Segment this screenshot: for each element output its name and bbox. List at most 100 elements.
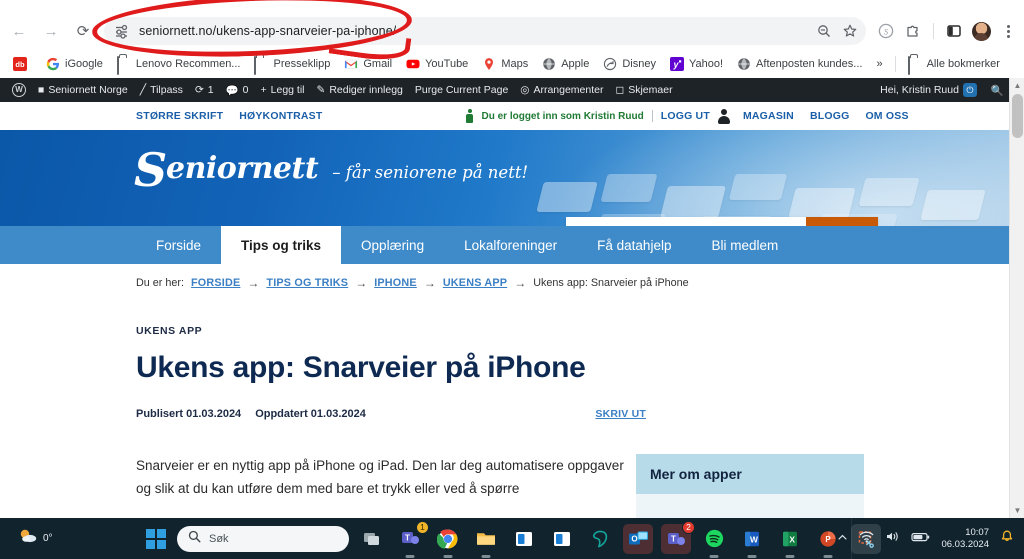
all-bookmarks-button[interactable]: Alle bokmerker (901, 54, 1007, 74)
back-arrow-icon[interactable]: ← (6, 18, 32, 44)
address-bar[interactable]: seniornett.no/ukens-app-snarveier-pa-iph… (104, 17, 866, 45)
nav-tab-forside[interactable]: Forside (136, 226, 221, 264)
windows-start-icon[interactable] (143, 526, 169, 552)
bookmark-disney[interactable]: Disney (596, 54, 663, 74)
adminbar-item-skjemaer[interactable]: ◻ Skjemaer (610, 78, 679, 102)
google-icon (46, 57, 60, 71)
scrollbar-up-arrow[interactable]: ▲ (1010, 78, 1024, 93)
util-link-storre-skrift[interactable]: STØRRE SKRIFT (136, 110, 223, 122)
nav-tab-tips-og-triks[interactable]: Tips og triks (221, 226, 341, 264)
breadcrumb-arrow: → (355, 276, 367, 290)
profile-avatar[interactable] (969, 19, 993, 43)
adminbar-item-comments[interactable]: 💬 0 (220, 78, 255, 102)
article-body-wrap: Snarveier er en nyttig app på iPhone og … (136, 454, 1024, 519)
page-scrollbar[interactable]: ▲ ▼ (1009, 78, 1024, 518)
taskbar-search[interactable]: Søk (177, 526, 349, 552)
star-icon[interactable] (838, 19, 862, 43)
taskbar-app-teams-work[interactable]: T 2 (661, 524, 691, 554)
print-link[interactable]: SKRIV UT (595, 408, 646, 420)
power-icon[interactable]: ⏻ (963, 83, 977, 97)
adminbar-item-legg-til[interactable]: + Legg til (255, 78, 311, 102)
adminbar-item-seniornett-norge[interactable]: ■ Seniornett Norge (32, 78, 134, 102)
taskbar-app-spotify[interactable] (699, 524, 729, 554)
bookmarks-overflow-button[interactable]: » (869, 55, 889, 73)
adminbar-greeting[interactable]: Hei, Kristin Ruud (880, 84, 959, 96)
bell-icon[interactable] (1000, 529, 1014, 548)
bookmark-db[interactable]: db (6, 54, 39, 74)
site-search-input[interactable] (566, 217, 806, 226)
battery-icon[interactable] (911, 530, 930, 548)
taskbar-app-word[interactable]: W (737, 524, 767, 554)
gmail-icon (344, 57, 358, 71)
nav-tab-lokalforeninger[interactable]: Lokalforeninger (444, 226, 577, 264)
bookmark-youtube[interactable]: YouTube (399, 54, 475, 74)
site-search-button[interactable]: Søk (806, 217, 878, 226)
util-link-blogg[interactable]: BLOGG (810, 110, 850, 122)
person-icon[interactable] (718, 109, 731, 124)
adminbar-item-purge-current-page[interactable]: Purge Current Page (409, 78, 514, 102)
tune-icon[interactable] (114, 23, 130, 39)
yahoo-icon: y (670, 57, 684, 71)
bookmark-yahoo[interactable]: y Yahoo! (663, 54, 730, 74)
taskbar-app-chrome[interactable] (433, 524, 463, 554)
taskbar-clock[interactable]: 10:07 06.03.2024 (941, 527, 989, 551)
nav-tab-bli-medlem[interactable]: Bli medlem (691, 226, 798, 264)
taskbar-app-windows-app-1[interactable] (509, 524, 539, 554)
taskbar-app-evernote[interactable] (585, 524, 615, 554)
clock-time: 10:07 (941, 527, 989, 539)
bookmark-maps[interactable]: Maps (475, 54, 535, 74)
nav-tab-fa-datahjelp[interactable]: Få datahjelp (577, 226, 691, 264)
breadcrumb-current: Ukens app: Snarveier på iPhone (533, 277, 688, 289)
adminbar-item-updates[interactable]: ⟳ 1 (189, 78, 220, 102)
breadcrumb-link-forside[interactable]: FORSIDE (191, 277, 240, 289)
wordpress-icon[interactable] (6, 78, 32, 102)
side-panel-icon[interactable] (942, 19, 966, 43)
scrollbar-thumb[interactable] (1012, 94, 1023, 138)
zoom-out-icon[interactable] (812, 19, 836, 43)
skype-extension-icon[interactable]: S (874, 19, 898, 43)
taskbar-app-excel[interactable]: X (775, 524, 805, 554)
adminbar-item-arrangementer[interactable]: ◎ Arrangementer (514, 78, 609, 102)
site-logo[interactable]: eniornett S – får seniorene på nett! (136, 154, 528, 184)
bookmark-lenovo-recommen[interactable]: Lenovo Recommen... (110, 54, 248, 74)
taskbar-app-windows-app-2[interactable] (547, 524, 577, 554)
breadcrumb: Du er her: FORSIDE → TIPS OG TRIKS → IPH… (0, 264, 1024, 300)
taskbar-weather[interactable]: 0° (18, 528, 53, 549)
breadcrumb-link-tips-og-triks[interactable]: TIPS OG TRIKS (266, 277, 348, 289)
forward-arrow-icon[interactable]: → (38, 18, 64, 44)
chevron-up-icon[interactable] (837, 530, 848, 548)
bookmark-label: Lenovo Recommen... (136, 58, 241, 70)
logout-link[interactable]: LOGG UT (661, 110, 710, 122)
green-person-icon (466, 109, 473, 123)
taskbar-app-task-view[interactable] (357, 524, 387, 554)
site-utility-bar: STØRRE SKRIFT HØYKONTRAST Du er logget i… (0, 102, 1024, 130)
search-icon[interactable]: 🔍 (991, 84, 1004, 97)
breadcrumb-link-iphone[interactable]: IPHONE (374, 277, 417, 289)
util-link-om-oss[interactable]: OM OSS (865, 110, 908, 122)
nav-tab-opplaering[interactable]: Opplæring (341, 226, 444, 264)
reload-icon[interactable]: ⟳ (70, 18, 96, 44)
disney-icon (603, 57, 617, 71)
bookmark-igoogle[interactable]: iGoogle (39, 54, 110, 74)
wifi-icon[interactable] (859, 530, 874, 548)
scrollbar-down-arrow[interactable]: ▼ (1010, 503, 1024, 518)
adminbar-item-tilpass[interactable]: ╱ Tilpass (134, 78, 189, 102)
adminbar-item-rediger-innlegg[interactable]: ✎ Rediger innlegg (311, 78, 409, 102)
bookmark-aftenposten-kundes[interactable]: Aftenposten kundes... (730, 54, 869, 74)
bookmark-presseklipp[interactable]: Presseklipp (247, 54, 337, 74)
util-link-hoykontrast[interactable]: HØYKONTRAST (239, 110, 322, 122)
breadcrumb-link-ukens-app[interactable]: UKENS APP (443, 277, 507, 289)
util-link-magasin[interactable]: MAGASIN (743, 110, 794, 122)
puzzle-piece-icon[interactable] (901, 19, 925, 43)
volume-icon[interactable] (885, 530, 900, 548)
site-tagline: – får seniorene på nett! (332, 163, 528, 182)
three-dot-menu-icon[interactable] (996, 19, 1020, 43)
address-bar-url[interactable]: seniornett.no/ukens-app-snarveier-pa-iph… (139, 24, 396, 38)
bookmarks-overflow-label: » (876, 58, 882, 70)
taskbar-app-teams-personal[interactable]: T 1 (395, 524, 425, 554)
taskbar-app-outlook[interactable]: O (623, 524, 653, 554)
bookmark-apple[interactable]: Apple (535, 54, 596, 74)
bookmark-gmail[interactable]: Gmail (337, 54, 399, 74)
article-published: Publisert 01.03.2024 (136, 408, 241, 420)
taskbar-app-file-explorer[interactable] (471, 524, 501, 554)
